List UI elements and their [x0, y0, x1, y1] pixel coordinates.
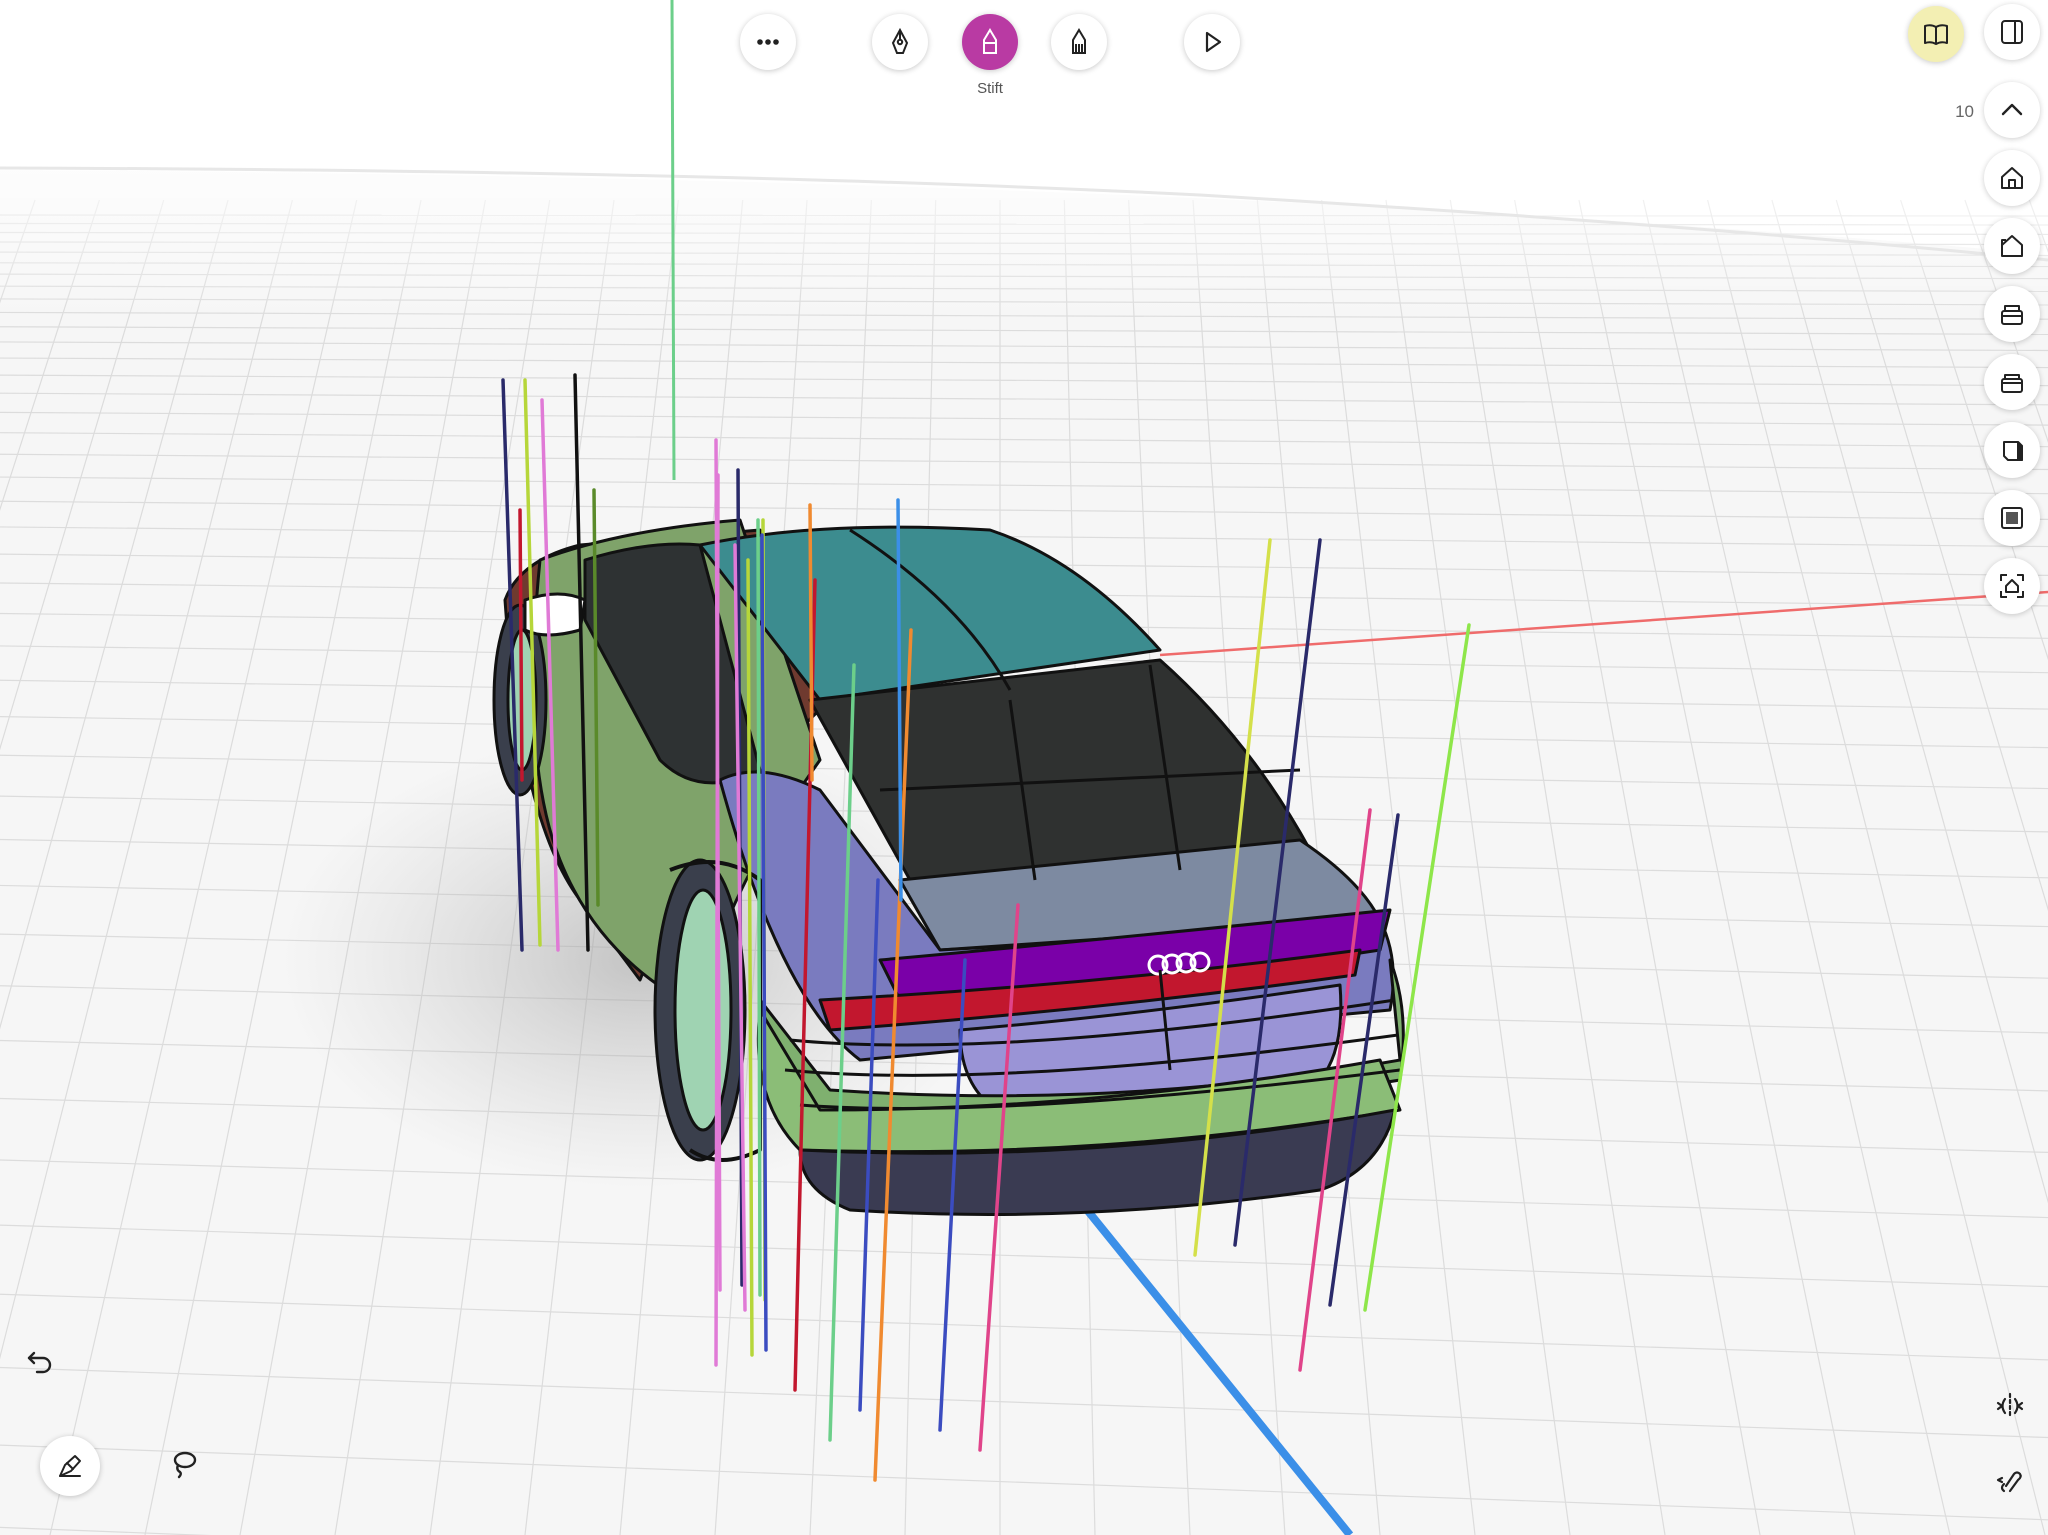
book-open-icon	[1924, 24, 1948, 45]
pencil-settings-button[interactable]	[40, 1436, 100, 1496]
marker-pen-icon	[983, 28, 997, 54]
cube-solid-icon	[2001, 507, 2023, 529]
front-view-button[interactable]	[1984, 286, 2040, 342]
home-view-icon	[2001, 167, 2023, 189]
side-view-button[interactable]	[1984, 354, 2040, 410]
lasso-button[interactable]	[160, 1440, 208, 1488]
y-axis-line	[670, 0, 676, 481]
gesture-button[interactable]	[1986, 1456, 2034, 1504]
brush-icon	[1072, 28, 1086, 54]
play-button[interactable]	[1184, 14, 1240, 70]
sidebar-panel-icon	[2001, 20, 2023, 44]
frame-view-button[interactable]	[1984, 558, 2040, 614]
chevron-up-icon	[2001, 103, 2023, 116]
sketch-stroke	[808, 503, 814, 782]
box-front-view-icon	[2001, 305, 2023, 325]
active-tool-label: Stift	[977, 80, 1003, 97]
home-corner-view-icon	[2001, 235, 2023, 257]
zoom-level-text: 10	[1955, 102, 1974, 121]
collapse-views-button[interactable]	[1984, 82, 2040, 138]
half-cube-view-button[interactable]	[1984, 422, 2040, 478]
pencil-settings-icon	[59, 1455, 81, 1477]
sketch-stroke	[518, 508, 524, 782]
symmetry-icon	[1996, 1392, 2024, 1420]
sketch-stroke	[714, 473, 720, 1367]
sketch-stroke	[756, 518, 762, 1297]
pen-nib-icon	[891, 27, 909, 54]
cube-half-icon	[2003, 441, 2023, 461]
corner-view-button[interactable]	[1984, 218, 2040, 274]
undo-icon	[27, 1351, 52, 1374]
frame-home-icon	[2000, 574, 2024, 598]
box-side-view-icon	[2001, 374, 2023, 393]
book-button[interactable]	[1908, 6, 1964, 62]
gesture-icon	[1996, 1471, 2022, 1493]
more-menu-button[interactable]	[740, 14, 796, 70]
sketch-app: Stift 10	[0, 0, 2048, 1535]
play-icon	[1205, 31, 1222, 53]
lasso-icon	[173, 1451, 197, 1479]
more-horizontal-icon	[757, 39, 779, 45]
3d-viewport[interactable]	[0, 0, 2048, 1535]
panel-toggle-button[interactable]	[1984, 4, 2040, 60]
symmetry-button[interactable]	[1986, 1382, 2034, 1430]
brush-tool-button[interactable]	[1051, 14, 1107, 70]
marker-tool-button[interactable]	[962, 14, 1018, 70]
home-view-button[interactable]	[1984, 150, 2040, 206]
solid-cube-view-button[interactable]	[1984, 490, 2040, 546]
pen-tool-button[interactable]	[872, 14, 928, 70]
undo-button[interactable]	[16, 1336, 64, 1384]
